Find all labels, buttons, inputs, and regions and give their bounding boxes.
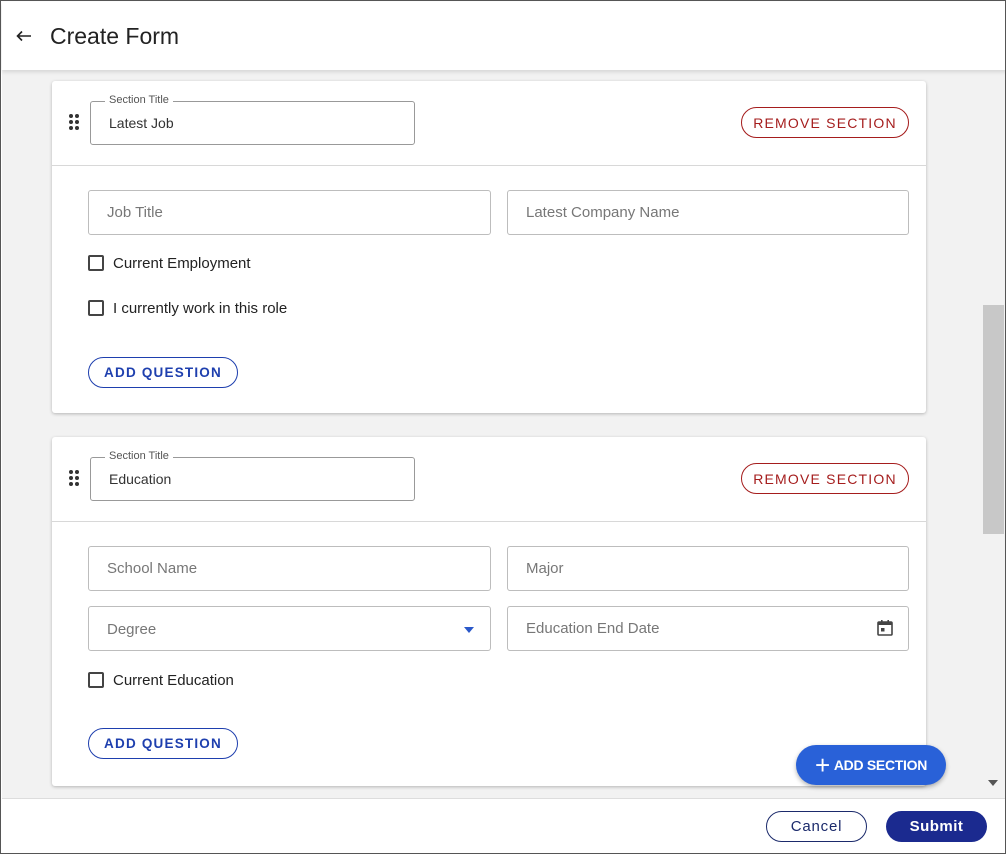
section-title-input[interactable]: Section Title Latest Job xyxy=(90,94,415,145)
currently-work-row: I currently work in this role xyxy=(88,298,287,318)
page-title: Create Form xyxy=(50,22,180,49)
app-window: Create Form Section Title Latest Job REM… xyxy=(0,0,1006,854)
footer-bar: Cancel Submit xyxy=(2,798,1005,853)
school-name-input[interactable]: School Name xyxy=(88,546,491,591)
company-name-placeholder: Latest Company Name xyxy=(526,204,680,221)
current-education-checkbox[interactable] xyxy=(88,672,104,688)
company-name-input[interactable]: Latest Company Name xyxy=(507,190,909,235)
section-title-legend: Section Title xyxy=(105,450,173,462)
plus-icon: + xyxy=(814,750,830,780)
section-title-value: Latest Job xyxy=(109,115,174,131)
add-section-label: ADD SECTION xyxy=(833,757,928,773)
section-header: Section Title Latest Job REMOVE SECTION xyxy=(52,81,926,166)
remove-section-button[interactable]: REMOVE SECTION xyxy=(741,463,909,494)
caret-down-icon xyxy=(464,627,474,633)
cancel-button[interactable]: Cancel xyxy=(766,811,867,842)
degree-placeholder: Degree xyxy=(107,621,157,638)
section-header: Section Title Education REMOVE SECTION xyxy=(52,437,926,522)
submit-button[interactable]: Submit xyxy=(886,811,987,842)
current-employment-checkbox[interactable] xyxy=(88,255,104,271)
current-education-row: Current Education xyxy=(88,670,234,690)
degree-select[interactable]: Degree xyxy=(88,606,491,651)
scroll-down-arrow-icon[interactable] xyxy=(988,780,998,786)
job-title-placeholder: Job Title xyxy=(107,204,163,221)
currently-work-label: I currently work in this role xyxy=(113,299,288,317)
section-title-legend: Section Title xyxy=(105,94,173,106)
arrow-left-icon xyxy=(16,30,31,42)
page-header: Create Form xyxy=(2,2,1005,70)
school-name-placeholder: School Name xyxy=(107,560,198,577)
job-title-input[interactable]: Job Title xyxy=(88,190,491,235)
drag-handle-icon[interactable] xyxy=(67,112,81,132)
remove-section-button[interactable]: REMOVE SECTION xyxy=(741,107,909,138)
section-card-latest-job: Section Title Latest Job REMOVE SECTION … xyxy=(52,81,926,413)
scrollbar-thumb[interactable] xyxy=(983,305,1004,534)
current-education-label: Current Education xyxy=(113,671,234,689)
current-employment-row: Current Employment xyxy=(88,253,251,273)
add-section-button[interactable]: + ADD SECTION xyxy=(796,745,946,785)
current-employment-label: Current Employment xyxy=(113,254,251,272)
calendar-icon[interactable] xyxy=(876,619,894,637)
section-title-input[interactable]: Section Title Education xyxy=(90,450,415,501)
end-date-placeholder: Education End Date xyxy=(526,620,660,637)
back-button[interactable] xyxy=(4,16,44,56)
education-end-date-input[interactable]: Education End Date xyxy=(507,606,909,651)
form-content[interactable]: Section Title Latest Job REMOVE SECTION … xyxy=(2,70,982,798)
section-card-education: Section Title Education REMOVE SECTION S… xyxy=(52,437,926,786)
add-question-button[interactable]: ADD QUESTION xyxy=(88,728,238,759)
section-title-value: Education xyxy=(109,471,172,487)
major-placeholder: Major xyxy=(526,560,564,577)
drag-handle-icon[interactable] xyxy=(67,468,81,488)
add-question-button[interactable]: ADD QUESTION xyxy=(88,357,238,388)
currently-work-checkbox[interactable] xyxy=(88,300,104,316)
major-input[interactable]: Major xyxy=(507,546,909,591)
